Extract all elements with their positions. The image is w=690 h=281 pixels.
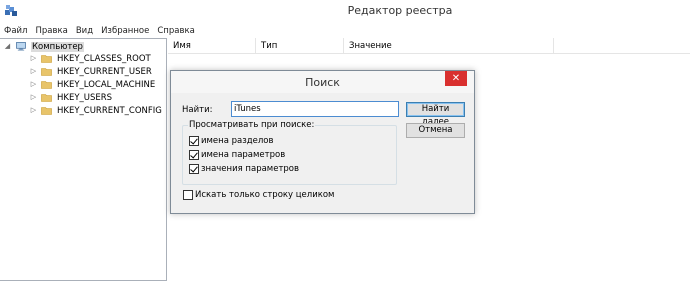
- option-data[interactable]: значения параметров: [189, 164, 299, 174]
- tree-label-hku[interactable]: HKEY_USERS: [56, 93, 113, 103]
- keys-checkbox[interactable]: [189, 136, 199, 146]
- values-checkbox[interactable]: [189, 150, 199, 160]
- folder-icon: [41, 81, 52, 89]
- values-checkbox-label[interactable]: имена параметров: [201, 150, 285, 160]
- tree-label-hkcr[interactable]: HKEY_CLASSES_ROOT: [56, 54, 152, 64]
- option-values[interactable]: имена параметров: [189, 150, 285, 160]
- option-keys[interactable]: имена разделов: [189, 136, 274, 146]
- data-checkbox-label[interactable]: значения параметров: [201, 164, 299, 174]
- column-value[interactable]: Значение: [344, 38, 554, 54]
- expand-arrow-icon[interactable]: ▷: [29, 67, 38, 76]
- folder-icon: [41, 107, 52, 115]
- menu-favorites[interactable]: Избранное: [101, 26, 149, 36]
- data-checkbox[interactable]: [189, 164, 199, 174]
- tree-item-computer[interactable]: ◢ Компьютер: [3, 41, 84, 52]
- tree-label-hkcu[interactable]: HKEY_CURRENT_USER: [56, 67, 153, 77]
- find-dialog: Поиск ✕ Найти: Найти далее Отмена Просма…: [170, 70, 475, 214]
- tree-item-hkcu[interactable]: ▷ HKEY_CURRENT_USER: [29, 66, 153, 77]
- find-next-button[interactable]: Найти далее: [406, 102, 465, 127]
- look-at-group: Просматривать при поиске: имена разделов…: [182, 120, 397, 185]
- cancel-button[interactable]: Отмена: [406, 123, 465, 138]
- expand-arrow-icon[interactable]: ▷: [29, 93, 38, 102]
- tree-label-hklm[interactable]: HKEY_LOCAL_MACHINE: [56, 80, 156, 90]
- keys-checkbox-label[interactable]: имена разделов: [201, 136, 274, 146]
- tree-item-hkcr[interactable]: ▷ HKEY_CLASSES_ROOT: [29, 53, 152, 64]
- find-label: Найти:: [182, 105, 213, 115]
- expand-arrow-icon[interactable]: ▷: [29, 54, 38, 63]
- list-header: Имя Тип Значение: [168, 38, 690, 54]
- column-type[interactable]: Тип: [256, 38, 344, 54]
- close-button[interactable]: ✕: [445, 71, 467, 86]
- folder-icon: [41, 94, 52, 102]
- dialog-body: Найти: Найти далее Отмена Просматривать …: [171, 93, 474, 213]
- registry-tree[interactable]: ◢ Компьютер ▷ HKEY_CLASSES_ROOT ▷ HKEY_C…: [0, 38, 167, 281]
- tree-item-hku[interactable]: ▷ HKEY_USERS: [29, 92, 113, 103]
- window-title: Редактор реестра: [347, 4, 453, 17]
- menu-help[interactable]: Справка: [157, 26, 194, 36]
- dialog-title-bar[interactable]: Поиск ✕: [171, 71, 474, 93]
- folder-icon: [41, 55, 52, 63]
- find-input[interactable]: [231, 101, 399, 117]
- tree-label-computer[interactable]: Компьютер: [31, 41, 84, 52]
- tree-label-hkcc[interactable]: HKEY_CURRENT_CONFIG: [56, 106, 163, 116]
- menu-view[interactable]: Вид: [76, 26, 93, 36]
- menu-bar: Файл Правка Вид Избранное Справка: [0, 22, 690, 39]
- option-whole-string[interactable]: Искать только строку целиком: [183, 190, 334, 200]
- menu-file[interactable]: Файл: [4, 26, 27, 36]
- close-icon: ✕: [451, 73, 461, 84]
- collapse-arrow-icon[interactable]: ◢: [3, 42, 12, 51]
- column-name[interactable]: Имя: [168, 38, 256, 54]
- expand-arrow-icon[interactable]: ▷: [29, 80, 38, 89]
- tree-item-hklm[interactable]: ▷ HKEY_LOCAL_MACHINE: [29, 79, 156, 90]
- tree-item-hkcc[interactable]: ▷ HKEY_CURRENT_CONFIG: [29, 105, 163, 116]
- computer-icon: [16, 42, 26, 51]
- menu-edit[interactable]: Правка: [35, 26, 67, 36]
- title-bar: Редактор реестра: [0, 0, 690, 22]
- look-at-legend: Просматривать при поиске:: [188, 120, 316, 130]
- dialog-title: Поиск: [305, 76, 340, 89]
- whole-string-checkbox[interactable]: [183, 190, 193, 200]
- expand-arrow-icon[interactable]: ▷: [29, 106, 38, 115]
- folder-icon: [41, 68, 52, 76]
- whole-string-label[interactable]: Искать только строку целиком: [195, 190, 334, 200]
